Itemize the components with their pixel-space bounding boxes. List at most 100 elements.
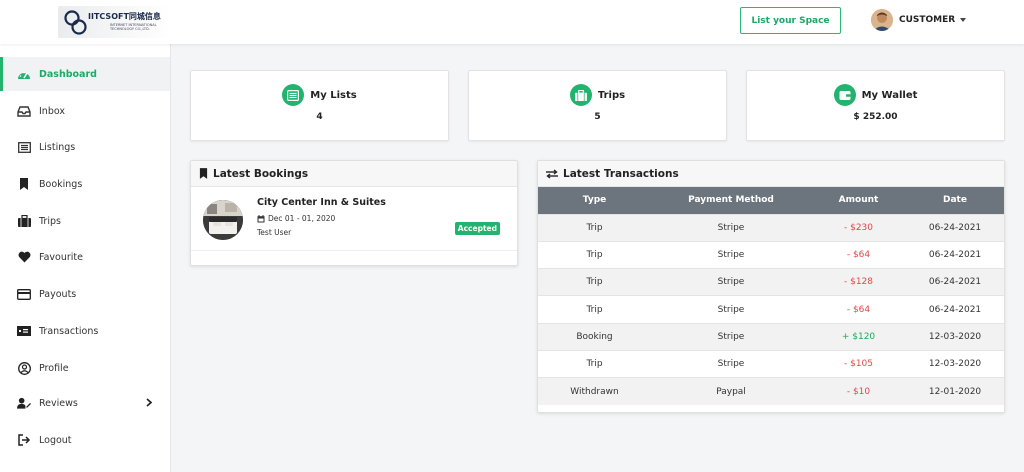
cell-method: Stripe xyxy=(651,349,811,378)
sidebar-item-label: Trips xyxy=(39,215,61,227)
sidebar-item-logout[interactable]: Logout xyxy=(0,423,170,457)
cell-method: Stripe xyxy=(651,268,811,296)
cell-date: 12-03-2020 xyxy=(906,322,1004,351)
sidebar-item-transactions[interactable]: Transactions xyxy=(0,314,170,348)
sidebar-item-bookings[interactable]: Bookings xyxy=(0,167,170,201)
logout-icon xyxy=(17,433,31,447)
booking-date: Dec 01 - 01, 2020 xyxy=(257,214,335,223)
cell-date: 06-24-2021 xyxy=(906,240,1004,269)
sidebar-item-inbox[interactable]: Inbox xyxy=(0,94,170,128)
credit-card-icon xyxy=(17,287,31,301)
sidebar-item-reviews[interactable]: Reviews xyxy=(0,386,170,420)
stat-value: $ 252.00 xyxy=(853,112,898,122)
sidebar-item-label: Inbox xyxy=(39,105,65,117)
sidebar-item-label: Reviews xyxy=(39,397,78,409)
user-edit-icon xyxy=(17,396,31,410)
sidebar-item-trips[interactable]: Trips xyxy=(0,204,170,238)
booking-user: Test User xyxy=(257,228,292,237)
avatar xyxy=(871,9,893,31)
sidebar-item-label: Bookings xyxy=(39,178,83,190)
dashboard-icon xyxy=(17,67,31,81)
cell-method: Paypal xyxy=(651,377,811,406)
column-header-amount: Amount xyxy=(811,187,906,214)
panel-title: Latest Bookings xyxy=(213,167,309,180)
cell-date: 06-24-2021 xyxy=(906,268,1004,296)
wallet-icon xyxy=(833,84,856,106)
table-row: Booking Stripe + $120 12-03-2020 xyxy=(538,322,1004,351)
column-header-date: Date xyxy=(906,187,1004,214)
cell-date: 12-01-2020 xyxy=(906,377,1004,406)
chevron-right-icon xyxy=(146,398,153,410)
money-icon xyxy=(17,324,31,338)
sidebar: Dashboard Inbox Listings Bookings Trips … xyxy=(0,44,171,472)
list-your-space-button[interactable]: List your Space xyxy=(740,7,841,34)
sidebar-item-listings[interactable]: Listings xyxy=(0,130,170,164)
cell-type: Booking xyxy=(538,322,651,351)
status-badge: Accepted xyxy=(454,222,500,235)
cell-method: Stripe xyxy=(651,322,811,351)
sidebar-item-label: Favourite xyxy=(39,251,83,263)
table-row: Trip Stripe - $64 06-24-2021 xyxy=(538,240,1004,269)
calendar-icon xyxy=(257,214,265,222)
exchange-icon xyxy=(546,168,558,179)
sidebar-item-label: Listings xyxy=(39,141,76,153)
listings-icon xyxy=(17,140,31,154)
cell-method: Stripe xyxy=(651,213,811,242)
cell-type: Trip xyxy=(538,240,651,269)
table-row: Withdrawn Paypal - $10 12-01-2020 xyxy=(538,377,1004,406)
sidebar-item-label: Payouts xyxy=(39,288,77,300)
cell-type: Trip xyxy=(538,349,651,378)
bookmark-icon xyxy=(199,168,208,179)
cell-type: Trip xyxy=(538,295,651,324)
user-menu[interactable]: CUSTOMER xyxy=(871,9,967,31)
sidebar-item-dashboard[interactable]: Dashboard xyxy=(0,57,170,91)
cell-amount: - $128 xyxy=(811,268,906,296)
sidebar-item-payouts[interactable]: Payouts xyxy=(0,277,170,311)
cell-amount: - $64 xyxy=(811,295,906,324)
column-header-type: Type xyxy=(538,187,651,214)
table-row: Trip Stripe - $128 06-24-2021 xyxy=(538,268,1004,296)
table-row: Trip Stripe - $64 06-24-2021 xyxy=(538,295,1004,324)
cell-type: Withdrawn xyxy=(538,377,651,406)
sidebar-item-profile[interactable]: Profile xyxy=(0,351,170,385)
latest-transactions-panel: Latest Transactions Type Payment Method … xyxy=(537,160,1005,413)
cell-date: 12-03-2020 xyxy=(906,349,1004,378)
latest-bookings-panel: Latest Bookings City Center Inn & Suites… xyxy=(190,160,518,266)
top-header: IITCSOFT同城信息 INTERNET INTERNATIONAL TECHN… xyxy=(0,0,1024,44)
cell-amount: - $105 xyxy=(811,349,906,378)
logo-subtext: INTERNET INTERNATIONAL TECHNOLOGY CO.,LTD… xyxy=(110,23,157,31)
booking-listing-name[interactable]: City Center Inn & Suites xyxy=(257,197,386,208)
stat-title: My Wallet xyxy=(861,89,918,101)
sidebar-item-label: Profile xyxy=(39,362,69,374)
cell-date: 06-24-2021 xyxy=(906,213,1004,242)
cell-amount: + $120 xyxy=(811,322,906,351)
stat-card-my-wallet[interactable]: My Wallet $ 252.00 xyxy=(746,70,1005,141)
cell-date: 06-24-2021 xyxy=(906,295,1004,324)
cell-type: Trip xyxy=(538,268,651,296)
listing-photo xyxy=(203,200,243,240)
cell-amount: - $64 xyxy=(811,240,906,269)
stat-card-my-lists[interactable]: My Lists 4 xyxy=(190,70,449,141)
table-row: Trip Stripe - $230 06-24-2021 xyxy=(538,213,1004,242)
stat-value: 4 xyxy=(316,112,323,122)
logo-text: IITCSOFT同城信息 xyxy=(88,12,161,21)
sidebar-item-label: Transactions xyxy=(39,325,99,337)
column-header-payment-method: Payment Method xyxy=(651,187,811,214)
stat-card-trips[interactable]: Trips 5 xyxy=(468,70,727,141)
logo-mark-icon xyxy=(64,10,87,35)
suitcase-icon xyxy=(569,84,592,106)
chevron-down-icon xyxy=(960,18,967,22)
panel-title: Latest Transactions xyxy=(563,167,679,180)
sidebar-item-favourite[interactable]: Favourite xyxy=(0,240,170,274)
cell-method: Stripe xyxy=(651,240,811,269)
user-circle-icon xyxy=(17,361,31,375)
table-header-row: Type Payment Method Amount Date xyxy=(538,187,1004,214)
cell-amount: - $10 xyxy=(811,377,906,406)
inbox-icon xyxy=(17,104,31,118)
company-logo[interactable]: IITCSOFT同城信息 INTERNET INTERNATIONAL TECHN… xyxy=(58,6,170,38)
table-row: Trip Stripe - $105 12-03-2020 xyxy=(538,349,1004,378)
list-icon xyxy=(282,84,305,106)
cell-amount: - $230 xyxy=(811,213,906,242)
cell-type: Trip xyxy=(538,213,651,242)
booking-item[interactable]: City Center Inn & Suites Dec 01 - 01, 20… xyxy=(191,188,517,251)
